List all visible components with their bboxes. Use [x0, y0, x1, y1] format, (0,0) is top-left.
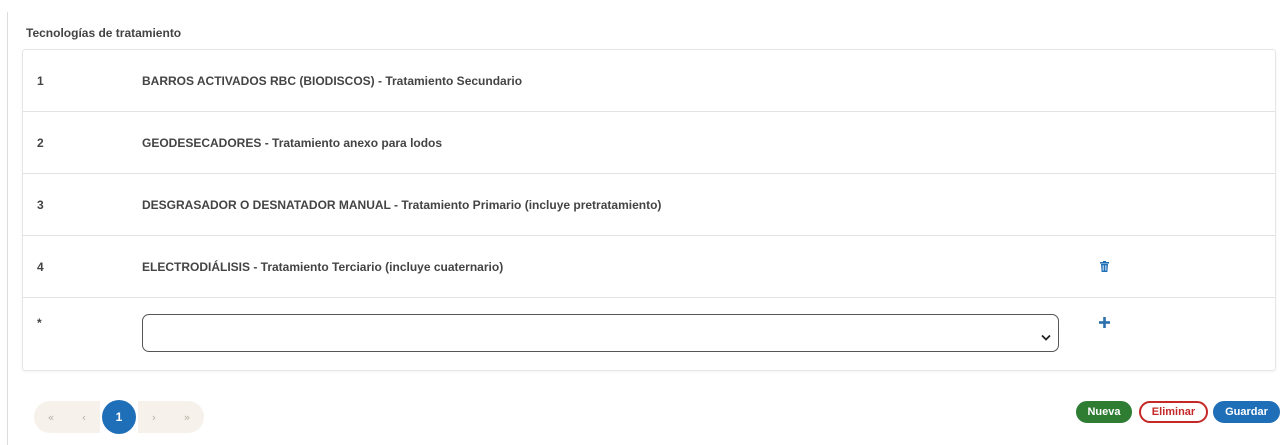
plus-icon — [1098, 317, 1110, 328]
new-button[interactable]: Nueva — [1076, 401, 1132, 423]
page-first-button[interactable]: « — [34, 401, 68, 433]
page-last-button[interactable]: » — [170, 401, 204, 433]
page-prev-button[interactable]: ‹ — [68, 401, 100, 433]
row-technology: BARROS ACTIVADOS RBC (BIODISCOS) - Trata… — [142, 74, 523, 88]
row-technology: DESGRASADOR O DESNATADOR MANUAL - Tratam… — [142, 198, 662, 212]
row-number: * — [37, 316, 42, 330]
row-number: 4 — [37, 260, 44, 274]
add-row-button[interactable] — [1096, 314, 1112, 330]
row-number: 1 — [37, 74, 44, 88]
new-row: * — [23, 298, 1275, 368]
row-number: 3 — [37, 198, 44, 212]
delete-row-button[interactable] — [1096, 257, 1112, 275]
save-button[interactable]: Guardar — [1213, 401, 1280, 423]
row-technology: GEODESECADORES - Tratamiento anexo para … — [142, 136, 443, 150]
panel-left-border — [7, 12, 8, 445]
table-row: 1 BARROS ACTIVADOS RBC (BIODISCOS) - Tra… — [23, 50, 1275, 112]
trash-icon — [1099, 260, 1109, 272]
delete-button[interactable]: Eliminar — [1139, 401, 1208, 423]
technologies-table: 1 BARROS ACTIVADOS RBC (BIODISCOS) - Tra… — [22, 49, 1276, 371]
pagination: « ‹ 1 › » — [34, 400, 204, 434]
section-title: Tecnologías de tratamiento — [26, 26, 182, 40]
page-current-button[interactable]: 1 — [102, 400, 136, 434]
table-row: 3 DESGRASADOR O DESNATADOR MANUAL - Trat… — [23, 174, 1275, 236]
row-technology: ELECTRODIÁLISIS - Tratamiento Terciario … — [142, 260, 504, 274]
technology-select[interactable] — [142, 314, 1059, 352]
table-row: 2 GEODESECADORES - Tratamiento anexo par… — [23, 112, 1275, 174]
page-next-button[interactable]: › — [138, 401, 170, 433]
row-number: 2 — [37, 136, 44, 150]
table-row: 4 ELECTRODIÁLISIS - Tratamiento Terciari… — [23, 236, 1275, 298]
